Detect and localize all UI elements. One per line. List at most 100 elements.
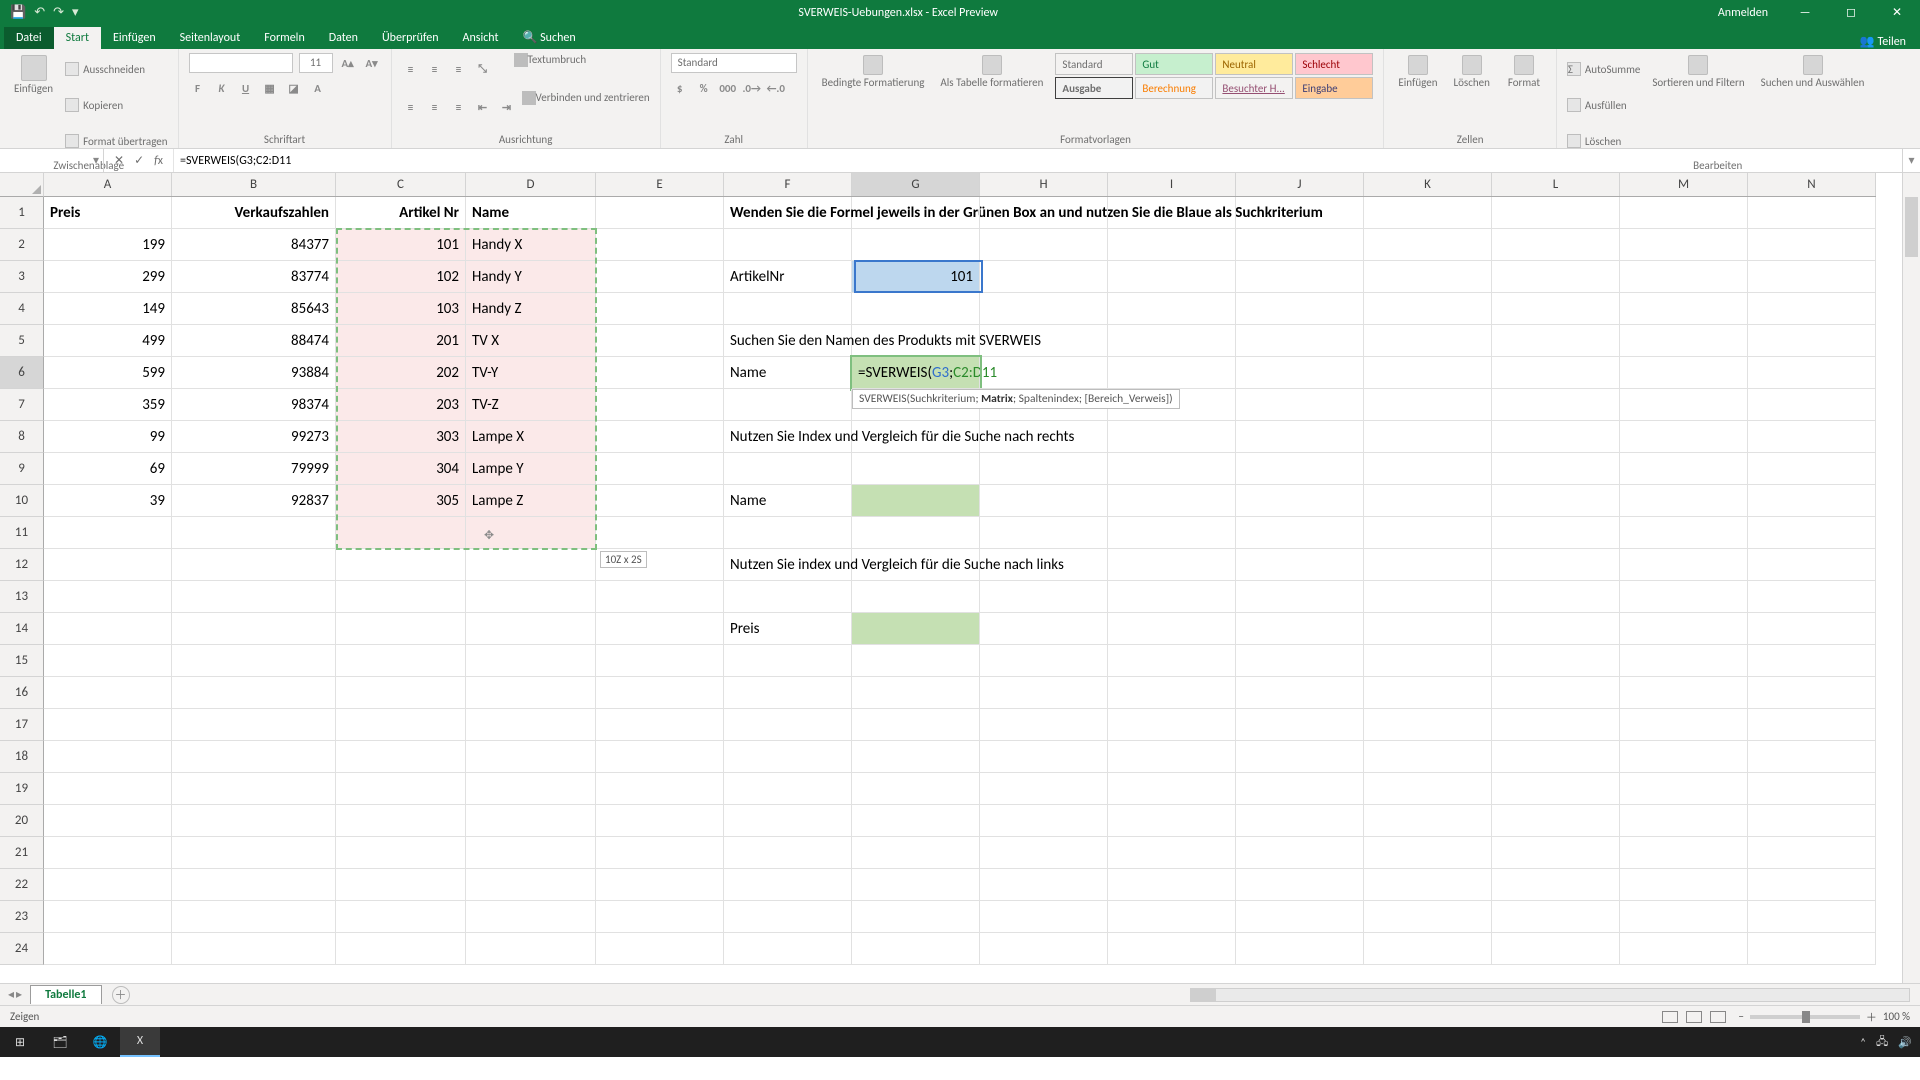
cell[interactable]: [596, 837, 724, 869]
cell[interactable]: Nutzen Sie index und Vergleich für die S…: [724, 549, 852, 581]
cell[interactable]: [336, 709, 466, 741]
cell[interactable]: [1492, 357, 1620, 389]
align-bot-icon[interactable]: ≡: [450, 60, 468, 78]
add-sheet-button[interactable]: ＋: [112, 986, 130, 1004]
close-button[interactable]: ✕: [1874, 0, 1920, 25]
zoom-slider[interactable]: [1750, 1015, 1860, 1019]
cell[interactable]: [336, 805, 466, 837]
cell[interactable]: [1620, 325, 1748, 357]
cell[interactable]: ArtikelNr: [724, 261, 852, 293]
cell[interactable]: [466, 677, 596, 709]
fx-icon[interactable]: fx: [154, 154, 163, 168]
cell[interactable]: [1364, 581, 1492, 613]
cell[interactable]: [852, 485, 980, 517]
cell[interactable]: [852, 709, 980, 741]
cell[interactable]: [466, 613, 596, 645]
col-header-N[interactable]: N: [1748, 173, 1876, 196]
autosum-button[interactable]: ΣAutoSumme: [1567, 53, 1640, 85]
cell[interactable]: [44, 805, 172, 837]
cell[interactable]: [980, 549, 1108, 581]
cell[interactable]: Verkaufszahlen: [172, 197, 336, 229]
cell[interactable]: 84377: [172, 229, 336, 261]
tab-insert[interactable]: Einfügen: [101, 27, 168, 49]
cell[interactable]: [1492, 453, 1620, 485]
col-header-C[interactable]: C: [336, 173, 466, 196]
cell[interactable]: Name: [724, 357, 852, 389]
cell[interactable]: [1236, 581, 1364, 613]
cell[interactable]: [980, 517, 1108, 549]
cell[interactable]: [1364, 261, 1492, 293]
cell[interactable]: Nutzen Sie Index und Vergleich für die S…: [724, 421, 852, 453]
cell[interactable]: [1620, 709, 1748, 741]
cell[interactable]: [852, 837, 980, 869]
cell[interactable]: [980, 645, 1108, 677]
align-mid-icon[interactable]: ≡: [426, 60, 444, 78]
horizontal-scrollbar[interactable]: [1190, 988, 1910, 1002]
cell[interactable]: [1108, 773, 1236, 805]
cell[interactable]: [172, 549, 336, 581]
cell[interactable]: [1620, 453, 1748, 485]
style-bad[interactable]: Schlecht: [1295, 53, 1373, 75]
cell[interactable]: [44, 709, 172, 741]
cell[interactable]: [1236, 837, 1364, 869]
cell[interactable]: [980, 741, 1108, 773]
cell[interactable]: [596, 485, 724, 517]
cell[interactable]: [1108, 741, 1236, 773]
cell[interactable]: [1236, 645, 1364, 677]
cell[interactable]: [596, 805, 724, 837]
tab-layout[interactable]: Seitenlayout: [168, 27, 253, 49]
cell[interactable]: [1236, 197, 1364, 229]
cell[interactable]: [44, 773, 172, 805]
cell[interactable]: 202: [336, 357, 466, 389]
row-header[interactable]: 7: [0, 389, 44, 421]
cell[interactable]: [1236, 773, 1364, 805]
maximize-button[interactable]: ◻: [1828, 0, 1874, 25]
cell[interactable]: [1108, 901, 1236, 933]
tab-file[interactable]: Datei: [4, 27, 54, 49]
expand-formula-bar-icon[interactable]: ▾: [1902, 149, 1920, 172]
cell[interactable]: [852, 549, 980, 581]
fill-button[interactable]: Ausfüllen: [1567, 89, 1640, 121]
cell[interactable]: [596, 741, 724, 773]
cell[interactable]: [1748, 933, 1876, 965]
font-family-select[interactable]: [189, 53, 293, 73]
excel-taskbar-icon[interactable]: X: [120, 1027, 160, 1057]
col-header-J[interactable]: J: [1236, 173, 1364, 196]
cell[interactable]: [1492, 837, 1620, 869]
cell[interactable]: [1108, 357, 1236, 389]
cell[interactable]: [1108, 197, 1236, 229]
cell[interactable]: [1748, 677, 1876, 709]
cell[interactable]: [466, 709, 596, 741]
cell[interactable]: [172, 933, 336, 965]
cell[interactable]: [466, 773, 596, 805]
vertical-scrollbar[interactable]: [1902, 173, 1920, 983]
cell[interactable]: [1620, 581, 1748, 613]
redo-icon[interactable]: ↷: [53, 5, 64, 20]
paste-button[interactable]: Einfügen: [10, 53, 57, 97]
cell[interactable]: 69: [44, 453, 172, 485]
row-header[interactable]: 22: [0, 869, 44, 901]
tab-formulas[interactable]: Formeln: [252, 27, 316, 49]
cell[interactable]: [1492, 197, 1620, 229]
cell[interactable]: [1748, 741, 1876, 773]
cell[interactable]: TV-Z: [466, 389, 596, 421]
cell[interactable]: [172, 645, 336, 677]
cell[interactable]: [1620, 901, 1748, 933]
cell[interactable]: [980, 581, 1108, 613]
start-button[interactable]: ⊞: [0, 1027, 40, 1057]
cell[interactable]: [1748, 325, 1876, 357]
cell[interactable]: [172, 869, 336, 901]
cell[interactable]: 85643: [172, 293, 336, 325]
find-select-button[interactable]: Suchen und Auswählen: [1757, 53, 1869, 91]
cell[interactable]: [596, 421, 724, 453]
style-neutral[interactable]: Neutral: [1215, 53, 1293, 75]
cell[interactable]: [1748, 869, 1876, 901]
cell[interactable]: [1236, 933, 1364, 965]
cell[interactable]: Handy Y: [466, 261, 596, 293]
cell[interactable]: [172, 613, 336, 645]
cell[interactable]: [596, 261, 724, 293]
cell[interactable]: 93884: [172, 357, 336, 389]
cell[interactable]: [1748, 773, 1876, 805]
signin-link[interactable]: Anmelden: [1718, 6, 1782, 20]
row-header[interactable]: 13: [0, 581, 44, 613]
